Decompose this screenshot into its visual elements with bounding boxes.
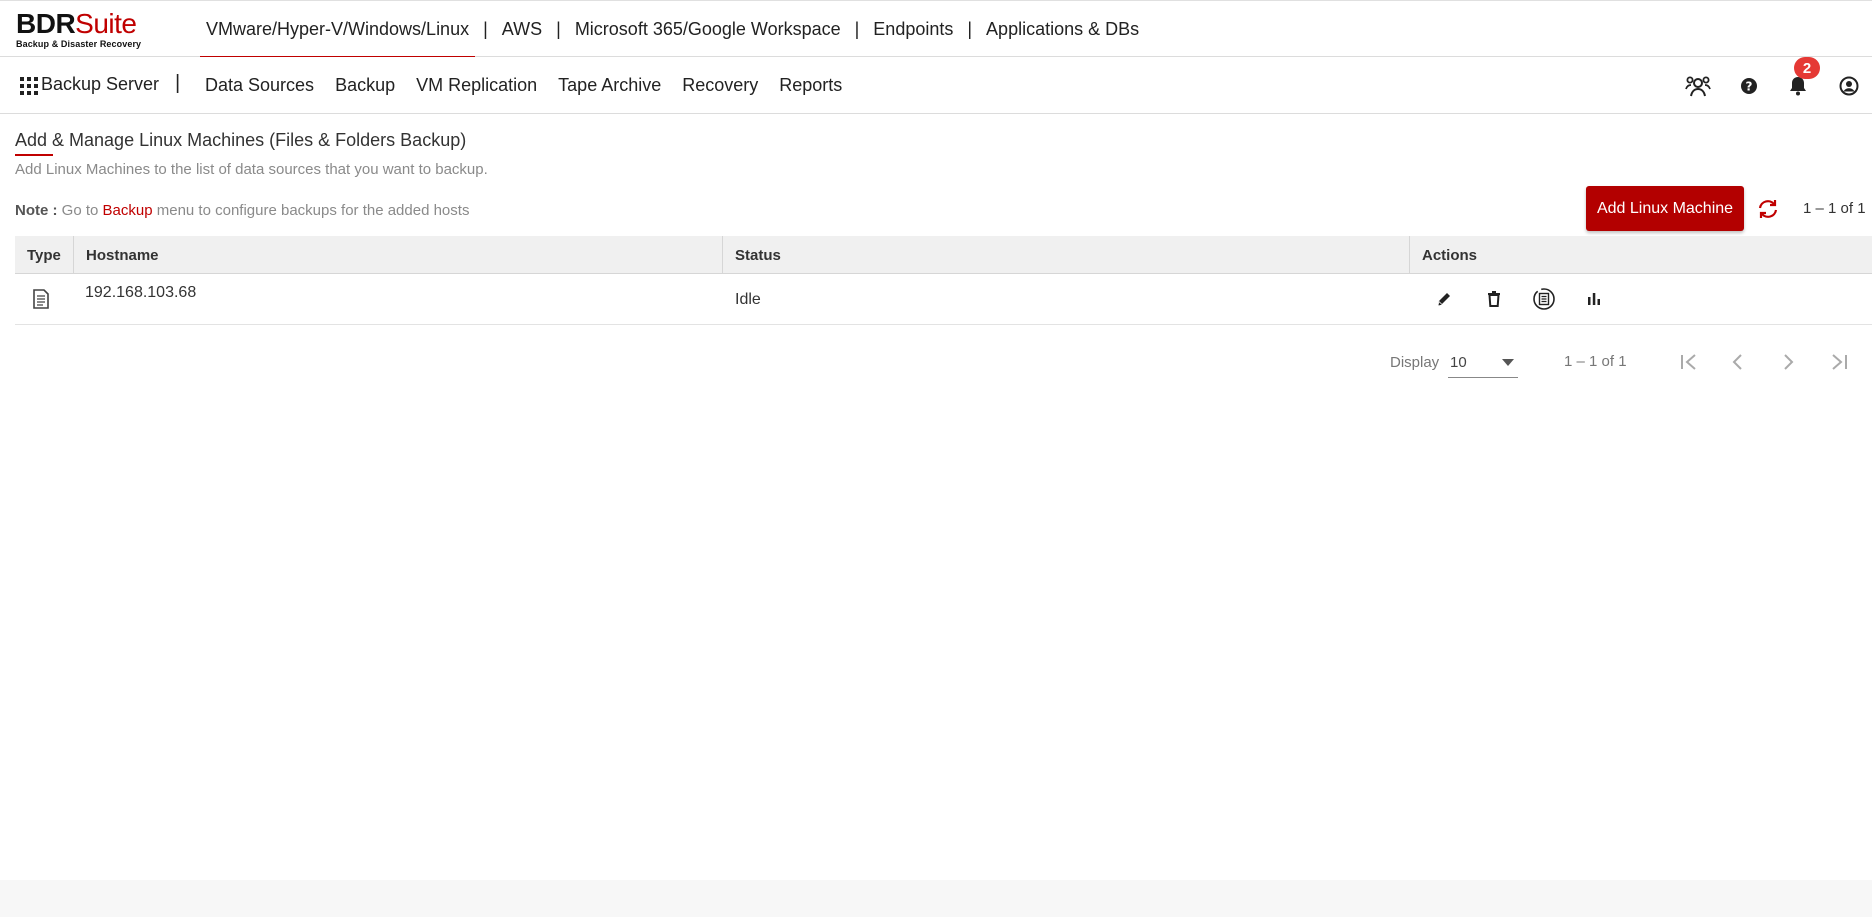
table-header: Type Hostname Status Actions: [15, 236, 1872, 274]
footer-band: [0, 880, 1872, 917]
account-icon[interactable]: [1836, 73, 1862, 99]
previous-page-icon[interactable]: [1724, 348, 1752, 376]
delete-icon[interactable]: [1482, 287, 1506, 311]
nav-vm-replication[interactable]: VM Replication: [416, 75, 537, 96]
linux-machines-table: Type Hostname Status Actions 192.168.103…: [15, 236, 1872, 325]
column-hostname: Hostname: [73, 236, 723, 274]
column-actions: Actions: [1409, 236, 1872, 274]
note-text: Note : Go to Backup menu to configure ba…: [15, 202, 469, 219]
top-bar: BDRSuite Backup & Disaster Recovery VMwa…: [0, 0, 1872, 58]
record-count-top: 1 – 1 of 1: [1803, 200, 1866, 217]
page-description: Add Linux Machines to the list of data s…: [15, 161, 488, 178]
product-tab-applications[interactable]: Applications & DBs: [980, 1, 1145, 57]
add-linux-machine-button[interactable]: Add Linux Machine: [1586, 186, 1744, 231]
product-tab-m365[interactable]: Microsoft 365/Google Workspace: [569, 1, 847, 57]
module-bar: Backup Server | Data Sources Backup VM R…: [0, 57, 1872, 114]
first-page-icon[interactable]: [1675, 348, 1703, 376]
column-status: Status: [722, 236, 1409, 274]
apps-grid-icon[interactable]: [20, 77, 38, 95]
last-page-icon[interactable]: [1825, 348, 1853, 376]
svg-text:?: ?: [1746, 80, 1753, 94]
page-size-select[interactable]: 10: [1448, 344, 1518, 378]
help-icon[interactable]: ?: [1736, 73, 1762, 99]
row-hostname[interactable]: 192.168.103.68: [85, 284, 196, 302]
module-nav: Data Sources Backup VM Replication Tape …: [205, 57, 863, 114]
nav-recovery[interactable]: Recovery: [682, 75, 758, 96]
note-label: Note :: [15, 202, 58, 219]
chevron-down-icon: [1502, 359, 1514, 366]
users-icon[interactable]: [1685, 73, 1711, 99]
display-label: Display: [1390, 354, 1440, 371]
next-page-icon[interactable]: [1774, 348, 1802, 376]
refresh-icon[interactable]: [1756, 197, 1780, 221]
page-size-value: 10: [1450, 354, 1467, 371]
nav-separator: |: [483, 18, 488, 39]
product-nav: VMware/Hyper-V/Windows/Linux | AWS | Mic…: [200, 1, 1145, 58]
product-tab-vmware[interactable]: VMware/Hyper-V/Windows/Linux: [200, 1, 476, 58]
notification-badge[interactable]: 2: [1794, 57, 1820, 79]
record-count-bottom: 1 – 1 of 1: [1564, 353, 1627, 370]
logo-text-black: BDR: [16, 8, 76, 39]
note-suffix: menu to configure backups for the added …: [152, 202, 470, 219]
product-tab-aws[interactable]: AWS: [496, 1, 548, 57]
note-backup-link[interactable]: Backup: [103, 202, 153, 219]
nav-separator: |: [854, 18, 860, 39]
nav-reports[interactable]: Reports: [779, 75, 842, 96]
product-tab-endpoints[interactable]: Endpoints: [867, 1, 959, 57]
nav-data-sources[interactable]: Data Sources: [205, 75, 314, 96]
file-icon: [29, 287, 53, 311]
edit-icon[interactable]: [1432, 287, 1456, 311]
logo-tagline: Backup & Disaster Recovery: [16, 39, 142, 49]
nav-separator: |: [556, 18, 561, 39]
row-status: Idle: [735, 291, 761, 308]
logo-text-red: Suite: [75, 8, 137, 39]
column-type: Type: [27, 246, 61, 264]
backup-now-icon[interactable]: [1532, 287, 1556, 311]
nav-tape-archive[interactable]: Tape Archive: [558, 75, 661, 96]
bdrsuite-logo[interactable]: BDRSuite Backup & Disaster Recovery: [16, 8, 142, 50]
report-icon[interactable]: [1582, 287, 1606, 311]
nav-backup[interactable]: Backup: [335, 75, 395, 96]
nav-separator: |: [175, 72, 181, 94]
title-underline: [15, 154, 53, 156]
note-prefix: Go to: [57, 202, 103, 219]
page-title: Add & Manage Linux Machines (Files & Fol…: [15, 130, 467, 150]
nav-separator: |: [967, 18, 973, 39]
table-row[interactable]: 192.168.103.68 Idle: [15, 274, 1872, 325]
backup-server-menu[interactable]: Backup Server: [41, 74, 159, 95]
